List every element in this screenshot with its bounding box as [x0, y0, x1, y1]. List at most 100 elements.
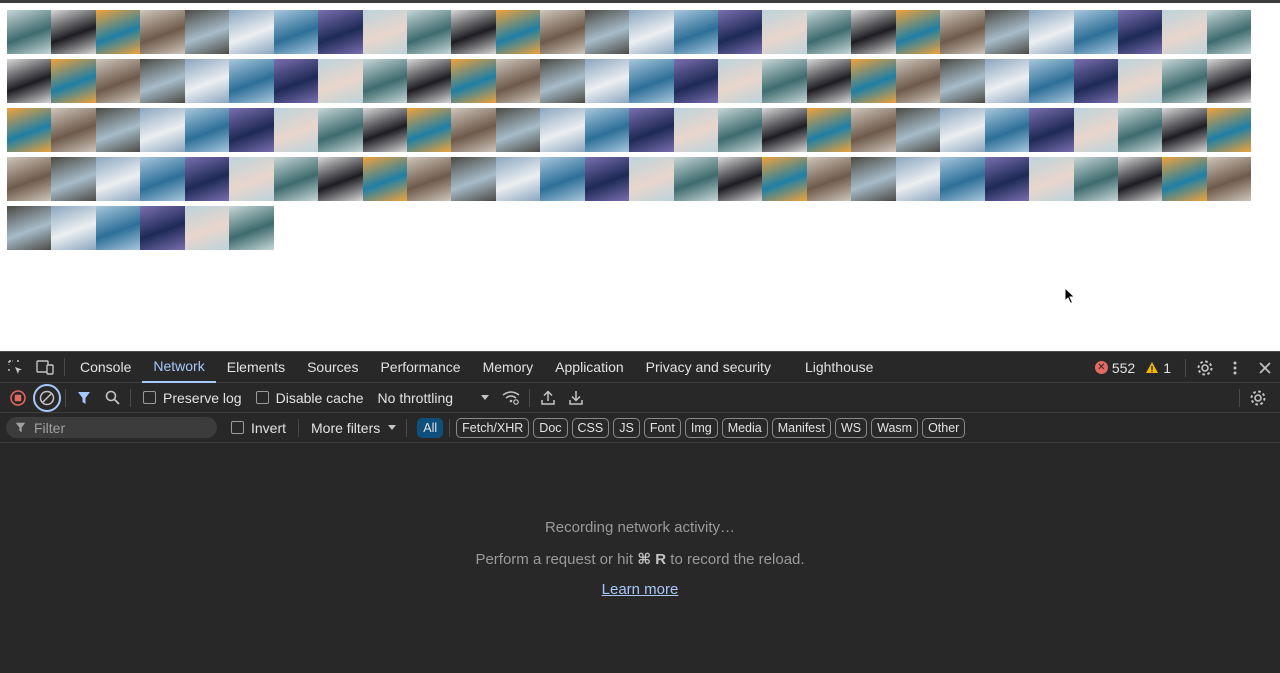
chip-wasm[interactable]: Wasm [871, 417, 919, 438]
warning-badge[interactable]: 1 [1145, 360, 1171, 376]
network-empty-state: Recording network activity… Perform a re… [0, 443, 1280, 673]
tab-console[interactable]: Console [69, 352, 142, 383]
tab-memory[interactable]: Memory [472, 352, 545, 383]
close-devtools-icon[interactable] [1250, 352, 1280, 383]
thumbnail-image [540, 10, 585, 54]
settings-gear-icon[interactable] [1190, 352, 1220, 383]
reload-hint-prefix: Perform a request or hit [475, 551, 634, 568]
wifi-settings-icon [502, 390, 520, 405]
thumbnail-image [1206, 10, 1252, 54]
error-badge[interactable]: ✕ 552 [1094, 360, 1135, 376]
thumbnail-image [1117, 157, 1163, 201]
invert-label: Invert [251, 419, 287, 436]
chip-css[interactable]: CSS [571, 417, 610, 438]
warning-icon [1146, 362, 1159, 373]
filter-divider [298, 418, 300, 437]
thumbnail-image [229, 206, 274, 250]
toolbar-divider [64, 358, 65, 376]
toolbar-divider [65, 388, 66, 407]
filter-input[interactable]: Filter [6, 417, 217, 438]
chip-other[interactable]: Other [922, 417, 966, 438]
devtools-tabbar: Console Network Elements Sources Perform… [0, 352, 1280, 383]
thumbnail-image [7, 108, 52, 152]
thumbnail-image [140, 206, 185, 250]
thumbnail-image [984, 10, 1030, 54]
thumbnail-image [673, 108, 718, 152]
tab-application[interactable]: Application [544, 352, 635, 383]
thumbnail-image [184, 59, 230, 103]
thumbnail-image [451, 10, 496, 54]
thumbnail-image [673, 59, 718, 103]
thumbnail-image [1073, 10, 1118, 54]
thumbnail-image [584, 59, 630, 103]
thumbnail-image [1029, 10, 1074, 54]
preserve-log-checkbox[interactable]: Preserve log [143, 390, 242, 406]
record-icon [10, 389, 26, 406]
filter-placeholder: Filter [34, 419, 66, 436]
device-toolbar-icon[interactable] [30, 352, 60, 383]
thumbnail-image [362, 157, 407, 201]
chip-js[interactable]: JS [613, 417, 640, 438]
thumbnail-image [51, 157, 96, 201]
tab-network[interactable]: Network [142, 352, 216, 383]
chip-doc[interactable]: Doc [533, 417, 568, 438]
invert-checkbox[interactable]: Invert [231, 420, 286, 436]
tab-privacy-and-security[interactable]: Privacy and security [635, 352, 782, 383]
more-filters-dropdown[interactable]: More filters [311, 420, 397, 436]
tab-performance[interactable]: Performance [369, 352, 471, 383]
thumbnail-image [95, 10, 141, 54]
export-har-button[interactable] [562, 384, 590, 412]
thumbnail-image [1206, 108, 1252, 152]
chip-ws[interactable]: WS [834, 417, 868, 438]
thumbnail-image [318, 59, 363, 103]
thumbnail-image [451, 108, 496, 152]
stop-recording-button[interactable] [5, 385, 31, 411]
disable-cache-checkbox[interactable]: Disable cache [255, 390, 364, 406]
tab-elements[interactable]: Elements [216, 352, 296, 383]
tab-lighthouse[interactable]: Lighthouse [794, 352, 885, 383]
thumbnail-image [406, 10, 452, 54]
chip-all[interactable]: All [417, 417, 444, 438]
thumbnail-image [229, 108, 274, 152]
thumbnail-image [273, 157, 319, 201]
chip-img[interactable]: Img [684, 417, 718, 438]
chip-media[interactable]: Media [721, 417, 768, 438]
throttling-select[interactable]: No throttling [378, 390, 490, 406]
filter-toggle-button[interactable] [70, 384, 98, 412]
search-button[interactable] [98, 384, 126, 412]
thumbnail-image [806, 108, 852, 152]
resource-type-chips: All Fetch/XHR Doc CSS JS Font Img Media … [417, 417, 969, 438]
reload-hint: Perform a request or hit ⌘ R to record t… [0, 550, 1280, 568]
thumbnail-image [1073, 59, 1118, 103]
thumbnail-image [718, 59, 763, 103]
network-settings-button[interactable] [1244, 384, 1272, 412]
thumbnail-image [718, 10, 763, 54]
error-icon: ✕ [1094, 361, 1108, 374]
chip-divider [449, 418, 451, 437]
thumbnail-image [140, 59, 185, 103]
thumbnail-image [1029, 108, 1074, 152]
toolbar-divider [529, 388, 531, 407]
thumbnail-image [984, 157, 1030, 201]
chip-manifest[interactable]: Manifest [771, 417, 831, 438]
chip-fetch-xhr[interactable]: Fetch/XHR [456, 417, 530, 438]
inspect-element-icon[interactable] [0, 352, 30, 383]
tab-sources[interactable]: Sources [296, 352, 369, 383]
thumbnail-image [540, 108, 585, 152]
clear-log-button[interactable] [33, 383, 61, 412]
thumbnail-image [273, 10, 319, 54]
thumbnail-image [718, 108, 763, 152]
thumbnail-image [629, 59, 674, 103]
chip-font[interactable]: Font [643, 417, 681, 438]
thumbnail-image [229, 10, 274, 54]
thumbnail-image [95, 59, 141, 103]
import-har-button[interactable] [534, 384, 562, 412]
thumbnail-image [451, 157, 496, 201]
thumbnail-image [140, 108, 185, 152]
more-options-icon[interactable] [1220, 352, 1250, 383]
thumbnail-image [1117, 108, 1163, 152]
network-conditions-button[interactable] [497, 384, 525, 412]
upload-icon [541, 390, 555, 405]
learn-more-link[interactable]: Learn more [602, 581, 679, 598]
thumbnail-image [584, 157, 630, 201]
